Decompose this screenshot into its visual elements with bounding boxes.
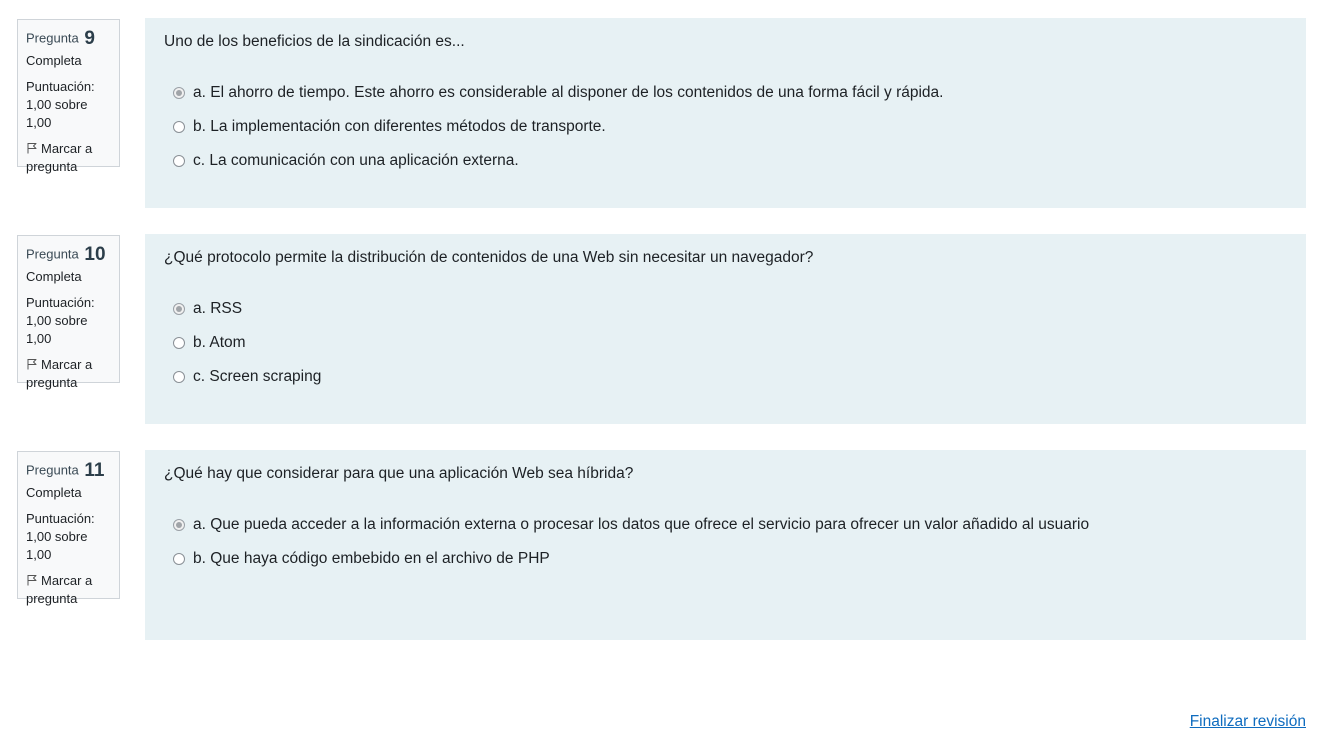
answer-label: a. Que pueda acceder a la información ex… <box>193 516 1090 533</box>
answer-label: b. Que haya código embebido en el archiv… <box>193 550 550 567</box>
question-number: Pregunta 11 <box>26 458 111 482</box>
question-number-value: 11 <box>84 459 105 481</box>
answer-option[interactable]: a. RSS <box>164 292 1287 326</box>
answer-list: a. Que pueda acceder a la información ex… <box>164 508 1287 576</box>
flag-icon <box>27 359 37 370</box>
answer-label: b. Atom <box>193 334 246 351</box>
grade-value: 1,00 sobre 1,00 <box>26 97 88 130</box>
answer-label: b. La implementación con diferentes méto… <box>193 118 606 135</box>
question-text: Uno de los beneficios de la sindicación … <box>164 33 465 50</box>
grade-value: 1,00 sobre 1,00 <box>26 313 88 346</box>
answer-list: a. El ahorro de tiempo. Este ahorro es c… <box>164 76 1287 178</box>
flag-question-link[interactable]: Marcar a pregunta <box>26 140 111 176</box>
question-info: Pregunta 9 Completa Puntuación: 1,00 sob… <box>17 19 120 174</box>
quiz-review-page: Pregunta 9 Completa Puntuación: 1,00 sob… <box>0 0 1317 741</box>
radio-icon[interactable] <box>173 87 185 99</box>
answer-list: a. RSS b. Atom c. Screen scraping <box>164 292 1287 394</box>
answer-label: c. La comunicación con una aplicación ex… <box>193 152 519 169</box>
grade-label: Puntuación: <box>26 511 95 526</box>
question-state: Completa <box>26 269 82 284</box>
question-content: ¿Qué hay que considerar para que una apl… <box>145 450 1306 640</box>
question-9: Pregunta 9 Completa Puntuación: 1,00 sob… <box>17 18 1306 208</box>
question-number: Pregunta 10 <box>26 242 111 266</box>
radio-icon[interactable] <box>173 337 185 349</box>
grade-label: Puntuación: <box>26 79 95 94</box>
answer-option[interactable]: c. La comunicación con una aplicación ex… <box>164 144 1287 178</box>
question-text: ¿Qué hay que considerar para que una apl… <box>164 465 634 482</box>
answer-label: a. RSS <box>193 300 243 317</box>
question-text: ¿Qué protocolo permite la distribución d… <box>164 249 814 266</box>
radio-icon[interactable] <box>173 519 185 531</box>
radio-icon[interactable] <box>173 371 185 383</box>
answer-label: c. Screen scraping <box>193 368 322 385</box>
question-content: Uno de los beneficios de la sindicación … <box>145 18 1306 208</box>
finish-review-link[interactable]: Finalizar revisión <box>1190 713 1306 731</box>
question-10: Pregunta 10 Completa Puntuación: 1,00 so… <box>17 234 1306 424</box>
question-state: Completa <box>26 53 82 68</box>
grade-value: 1,00 sobre 1,00 <box>26 529 88 562</box>
question-number-value: 10 <box>84 243 106 265</box>
flag-icon <box>27 143 37 154</box>
answer-option[interactable]: a. El ahorro de tiempo. Este ahorro es c… <box>164 76 1287 110</box>
answer-option[interactable]: b. La implementación con diferentes méto… <box>164 110 1287 144</box>
flag-question-link[interactable]: Marcar a pregunta <box>26 356 111 392</box>
question-label: Pregunta <box>26 462 79 478</box>
answer-label: a. El ahorro de tiempo. Este ahorro es c… <box>193 84 944 101</box>
question-content: ¿Qué protocolo permite la distribución d… <box>145 234 1306 424</box>
question-info: Pregunta 10 Completa Puntuación: 1,00 so… <box>17 235 120 390</box>
question-label: Pregunta <box>26 246 79 262</box>
radio-icon[interactable] <box>173 303 185 315</box>
question-state: Completa <box>26 485 82 500</box>
answer-option[interactable]: c. Screen scraping <box>164 360 1287 394</box>
question-number: Pregunta 9 <box>26 26 111 50</box>
radio-icon[interactable] <box>173 155 185 167</box>
question-number-value: 9 <box>84 27 95 49</box>
question-label: Pregunta <box>26 30 79 46</box>
flag-icon <box>27 575 37 586</box>
answer-option[interactable]: a. Que pueda acceder a la información ex… <box>164 508 1287 542</box>
flag-question-link[interactable]: Marcar a pregunta <box>26 572 111 608</box>
radio-icon[interactable] <box>173 553 185 565</box>
question-info: Pregunta 11 Completa Puntuación: 1,00 so… <box>17 451 120 606</box>
answer-option[interactable]: b. Que haya código embebido en el archiv… <box>164 542 1287 576</box>
radio-icon[interactable] <box>173 121 185 133</box>
question-11: Pregunta 11 Completa Puntuación: 1,00 so… <box>17 450 1306 640</box>
grade-label: Puntuación: <box>26 295 95 310</box>
answer-option[interactable]: b. Atom <box>164 326 1287 360</box>
